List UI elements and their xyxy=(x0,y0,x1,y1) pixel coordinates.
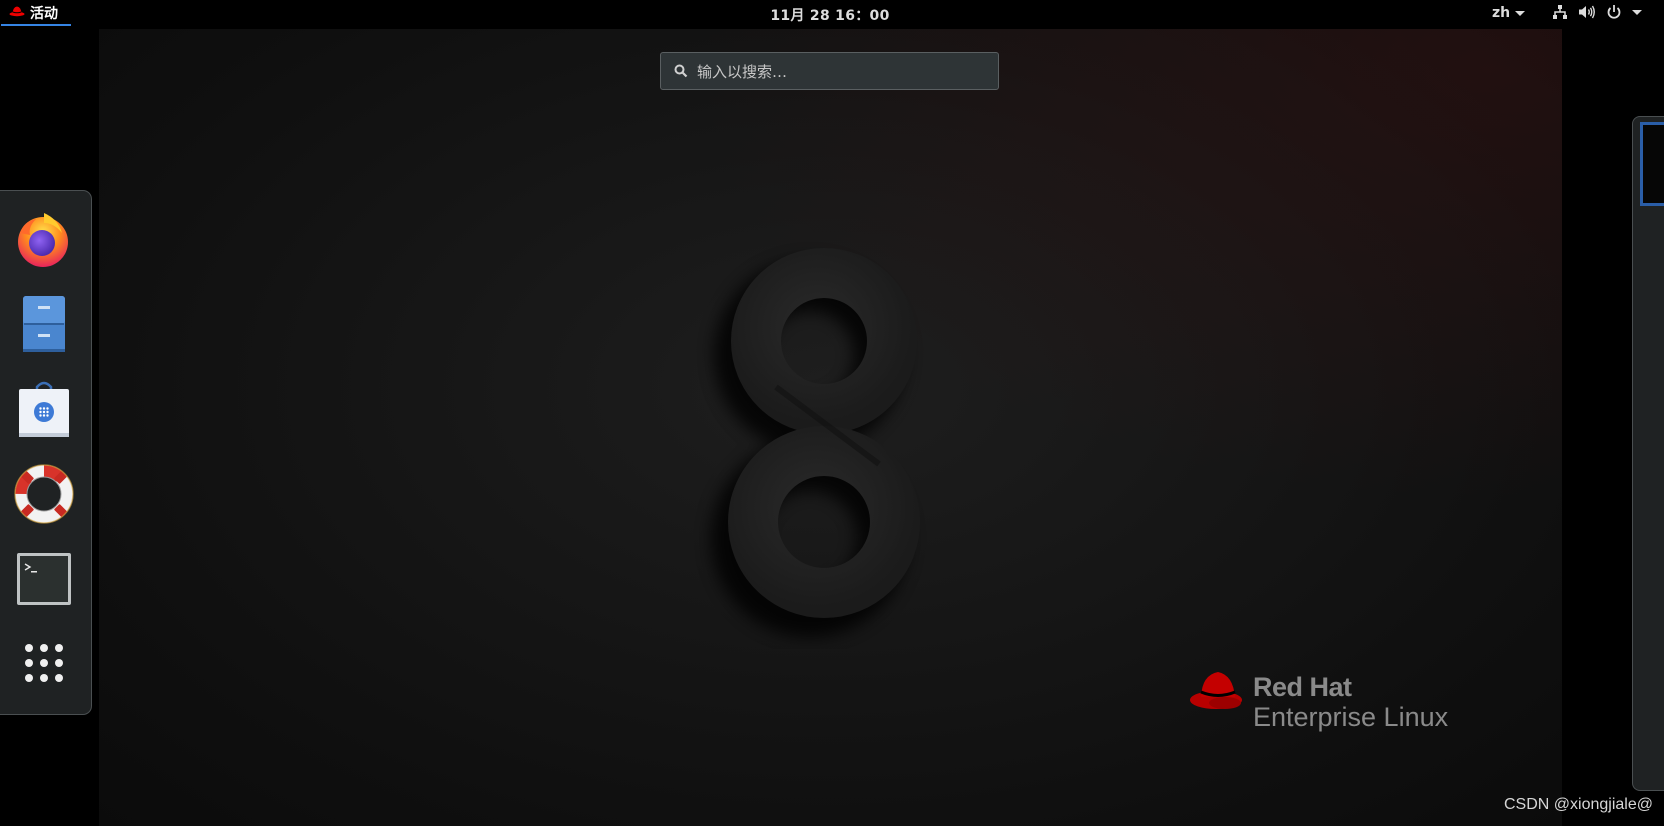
redhat-icon xyxy=(1190,672,1242,709)
dash-item-terminal[interactable] xyxy=(12,547,76,611)
volume-icon xyxy=(1578,4,1596,20)
dash-item-firefox[interactable] xyxy=(12,207,76,271)
activities-label: 活动 xyxy=(30,5,58,22)
software-bag-icon xyxy=(19,381,69,437)
numeral-eight xyxy=(711,248,920,637)
file-cabinet-icon xyxy=(23,296,65,352)
show-applications-button[interactable] xyxy=(12,631,76,695)
search-icon xyxy=(674,64,688,78)
top-bar: 活动 11月 28 16：00 zh xyxy=(0,0,1664,28)
redhat-logo: Red Hat Enterprise Linux xyxy=(1189,669,1448,732)
terminal-icon xyxy=(17,553,71,605)
app-grid-icon xyxy=(25,644,63,682)
language-label: zh xyxy=(1492,5,1511,21)
redhat-icon xyxy=(9,5,25,21)
activities-button[interactable]: 活动 xyxy=(1,1,71,26)
chevron-down-icon xyxy=(1515,10,1526,16)
desktop: 活动 11月 28 16：00 zh Red Hat Enterprise Li… xyxy=(0,0,1664,826)
wallpaper: Red Hat Enterprise Linux xyxy=(99,29,1562,826)
dash-item-software[interactable] xyxy=(12,377,76,441)
firefox-icon xyxy=(18,213,68,267)
lifebuoy-icon xyxy=(14,464,74,524)
power-icon xyxy=(1606,4,1622,20)
language-indicator[interactable]: zh xyxy=(1492,5,1526,21)
network-icon xyxy=(1552,4,1568,20)
system-menu[interactable] xyxy=(1552,4,1642,20)
search-input[interactable]: 输入以搜索… xyxy=(660,52,999,90)
dash-item-help[interactable] xyxy=(12,462,76,526)
brand-redhat-text: Red Hat xyxy=(1253,672,1352,702)
watermark: CSDN @xiongjiale@ xyxy=(1504,796,1653,813)
search-placeholder: 输入以搜索… xyxy=(697,62,788,81)
brand-product-text: Enterprise Linux xyxy=(1253,702,1449,732)
clock[interactable]: 11月 28 16：00 xyxy=(730,5,930,25)
workspace-switcher xyxy=(1632,116,1664,791)
dash xyxy=(0,190,92,715)
dash-item-files[interactable] xyxy=(12,292,76,356)
chevron-down-icon xyxy=(1632,9,1642,15)
workspace-thumbnail[interactable] xyxy=(1640,122,1664,206)
